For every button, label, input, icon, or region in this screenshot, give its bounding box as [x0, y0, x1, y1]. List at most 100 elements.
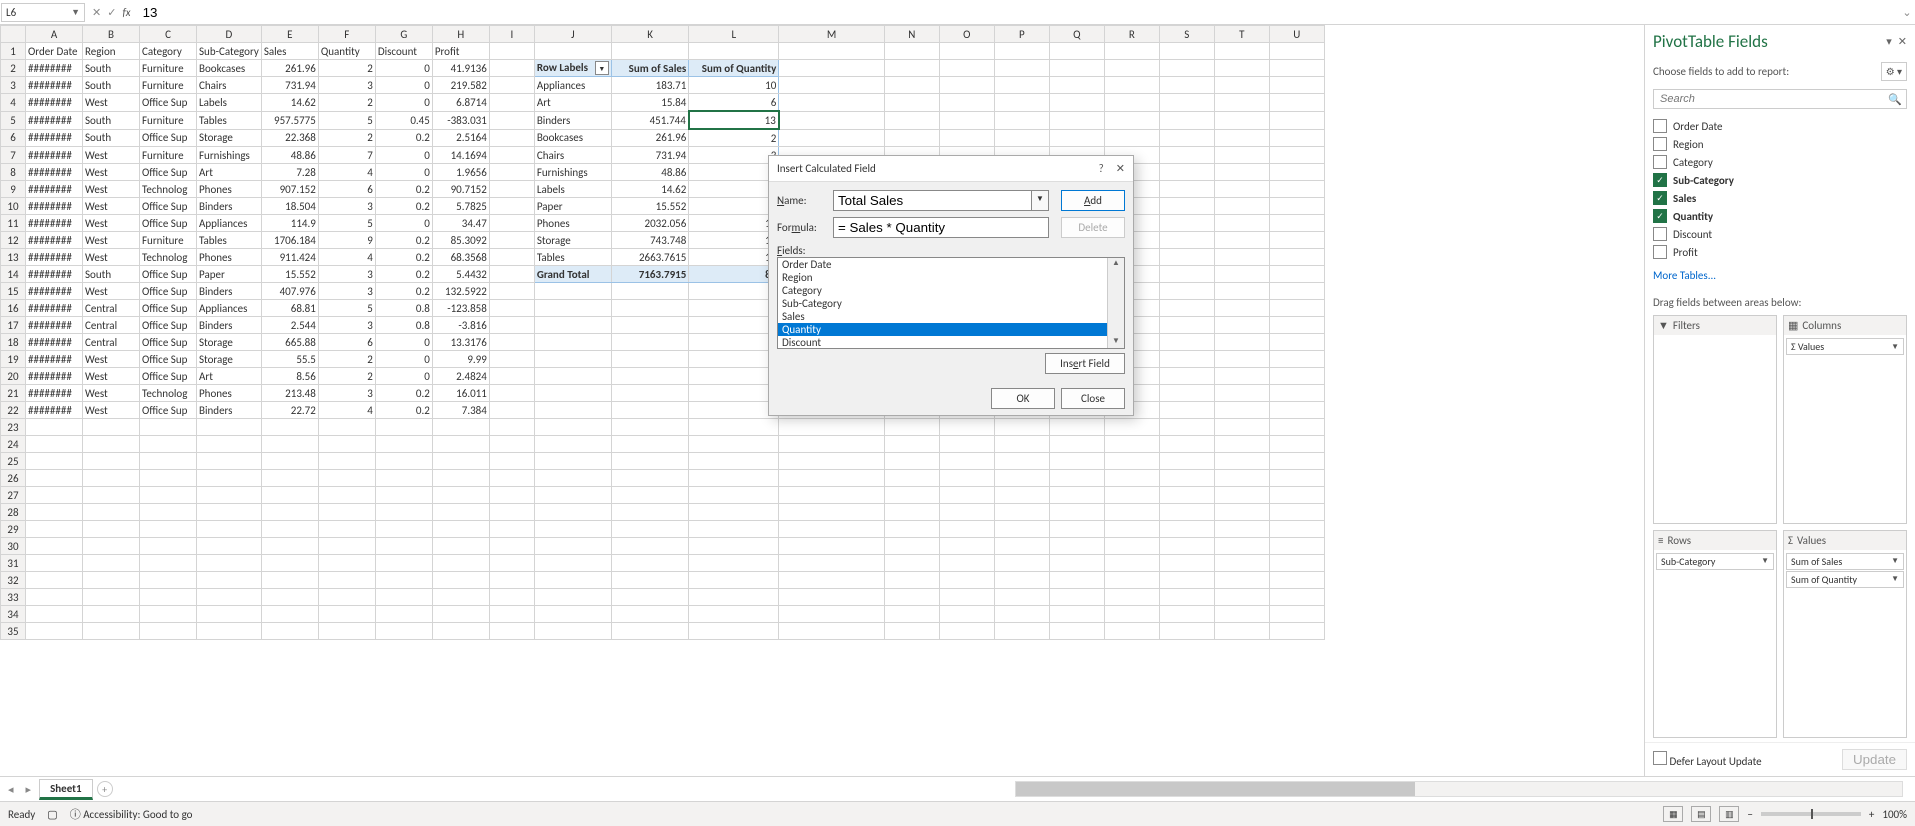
cell-L13[interactable]: 14 — [689, 249, 779, 266]
cell-N30[interactable] — [884, 538, 939, 555]
cell-A31[interactable] — [26, 555, 83, 572]
cell-I8[interactable] — [489, 164, 534, 181]
cell-Q26[interactable] — [1049, 470, 1104, 487]
cell-M32[interactable] — [779, 572, 885, 589]
cell-L16[interactable] — [689, 300, 779, 317]
cell-G21[interactable]: 0.2 — [375, 385, 432, 402]
cell-H5[interactable]: -383.031 — [432, 111, 489, 129]
cell-Q1[interactable] — [1049, 43, 1104, 60]
cell-A28[interactable] — [26, 504, 83, 521]
cell-M27[interactable] — [779, 487, 885, 504]
cell-E20[interactable]: 8.56 — [261, 368, 318, 385]
values-area[interactable]: ΣValues Sum of Sales▼Sum of Quantity▼ — [1783, 530, 1907, 739]
cell-I14[interactable] — [489, 266, 534, 283]
cell-R27[interactable] — [1104, 487, 1159, 504]
cell-B12[interactable]: West — [83, 232, 140, 249]
cell-E26[interactable] — [261, 470, 318, 487]
dialog-close-icon[interactable]: ✕ — [1116, 162, 1125, 175]
cell-K16[interactable] — [611, 300, 689, 317]
cell-J4[interactable]: Art — [534, 94, 611, 112]
cell-F32[interactable] — [318, 572, 375, 589]
cell-K11[interactable]: 2032.056 — [611, 215, 689, 232]
row-header-14[interactable]: 14 — [1, 266, 26, 283]
cell-F15[interactable]: 3 — [318, 283, 375, 300]
cell-Q23[interactable] — [1049, 419, 1104, 436]
cell-E6[interactable]: 22.368 — [261, 129, 318, 147]
cell-F3[interactable]: 3 — [318, 77, 375, 94]
cell-J21[interactable] — [534, 385, 611, 402]
cell-E22[interactable]: 22.72 — [261, 402, 318, 419]
normal-view-icon[interactable]: ▦ — [1663, 806, 1683, 822]
cell-L21[interactable] — [689, 385, 779, 402]
cell-C2[interactable]: Furniture — [140, 60, 197, 77]
cell-F34[interactable] — [318, 606, 375, 623]
row-header-23[interactable]: 23 — [1, 419, 26, 436]
cell-M34[interactable] — [779, 606, 885, 623]
cell-G3[interactable]: 0 — [375, 77, 432, 94]
cell-T26[interactable] — [1214, 470, 1269, 487]
formula-input[interactable] — [137, 3, 1899, 22]
cell-Q31[interactable] — [1049, 555, 1104, 572]
cell-J32[interactable] — [534, 572, 611, 589]
col-header-K[interactable]: K — [611, 26, 689, 43]
col-header-H[interactable]: H — [432, 26, 489, 43]
rows-pill-subcategory[interactable]: Sub-Category▼ — [1656, 553, 1774, 570]
cell-B24[interactable] — [83, 436, 140, 453]
cell-J2[interactable]: Row Labels▼ — [534, 60, 611, 77]
cell-Q29[interactable] — [1049, 521, 1104, 538]
cell-I27[interactable] — [489, 487, 534, 504]
cell-G9[interactable]: 0.2 — [375, 181, 432, 198]
cell-S4[interactable] — [1159, 94, 1214, 112]
cell-T1[interactable] — [1214, 43, 1269, 60]
cell-J30[interactable] — [534, 538, 611, 555]
cell-S18[interactable] — [1159, 334, 1214, 351]
cell-S9[interactable] — [1159, 181, 1214, 198]
search-input[interactable] — [1658, 92, 1888, 106]
cell-U22[interactable] — [1269, 402, 1324, 419]
cell-C10[interactable]: Office Sup — [140, 198, 197, 215]
cell-S19[interactable] — [1159, 351, 1214, 368]
cell-G10[interactable]: 0.2 — [375, 198, 432, 215]
cell-A15[interactable]: ######## — [26, 283, 83, 300]
cell-R29[interactable] — [1104, 521, 1159, 538]
cell-D14[interactable]: Paper — [197, 266, 262, 283]
cell-Q32[interactable] — [1049, 572, 1104, 589]
cell-M5[interactable] — [779, 111, 885, 129]
cell-U23[interactable] — [1269, 419, 1324, 436]
name-box-dropdown-icon[interactable]: ▼ — [71, 7, 80, 18]
field-checkbox-region[interactable]: Region — [1653, 135, 1907, 153]
cell-I20[interactable] — [489, 368, 534, 385]
cell-U24[interactable] — [1269, 436, 1324, 453]
cell-U10[interactable] — [1269, 198, 1324, 215]
cell-G35[interactable] — [375, 623, 432, 640]
cell-F6[interactable]: 2 — [318, 129, 375, 147]
cell-Q25[interactable] — [1049, 453, 1104, 470]
defer-layout-checkbox[interactable]: Defer Layout Update — [1653, 751, 1762, 768]
cell-Q2[interactable] — [1049, 60, 1104, 77]
cell-S10[interactable] — [1159, 198, 1214, 215]
cell-C19[interactable]: Office Sup — [140, 351, 197, 368]
cell-A13[interactable]: ######## — [26, 249, 83, 266]
cell-I10[interactable] — [489, 198, 534, 215]
cell-F31[interactable] — [318, 555, 375, 572]
cell-M35[interactable] — [779, 623, 885, 640]
cell-U17[interactable] — [1269, 317, 1324, 334]
cell-G4[interactable]: 0 — [375, 94, 432, 112]
cell-K1[interactable] — [611, 43, 689, 60]
cell-B20[interactable]: West — [83, 368, 140, 385]
cell-I23[interactable] — [489, 419, 534, 436]
cell-J27[interactable] — [534, 487, 611, 504]
row-header-18[interactable]: 18 — [1, 334, 26, 351]
cell-U25[interactable] — [1269, 453, 1324, 470]
cell-C31[interactable] — [140, 555, 197, 572]
cell-S23[interactable] — [1159, 419, 1214, 436]
cell-S1[interactable] — [1159, 43, 1214, 60]
cell-D23[interactable] — [197, 419, 262, 436]
cell-D33[interactable] — [197, 589, 262, 606]
cancel-icon[interactable]: ✕ — [92, 6, 101, 19]
cell-U31[interactable] — [1269, 555, 1324, 572]
cell-U5[interactable] — [1269, 111, 1324, 129]
cell-K32[interactable] — [611, 572, 689, 589]
cell-F21[interactable]: 3 — [318, 385, 375, 402]
cell-D2[interactable]: Bookcases — [197, 60, 262, 77]
